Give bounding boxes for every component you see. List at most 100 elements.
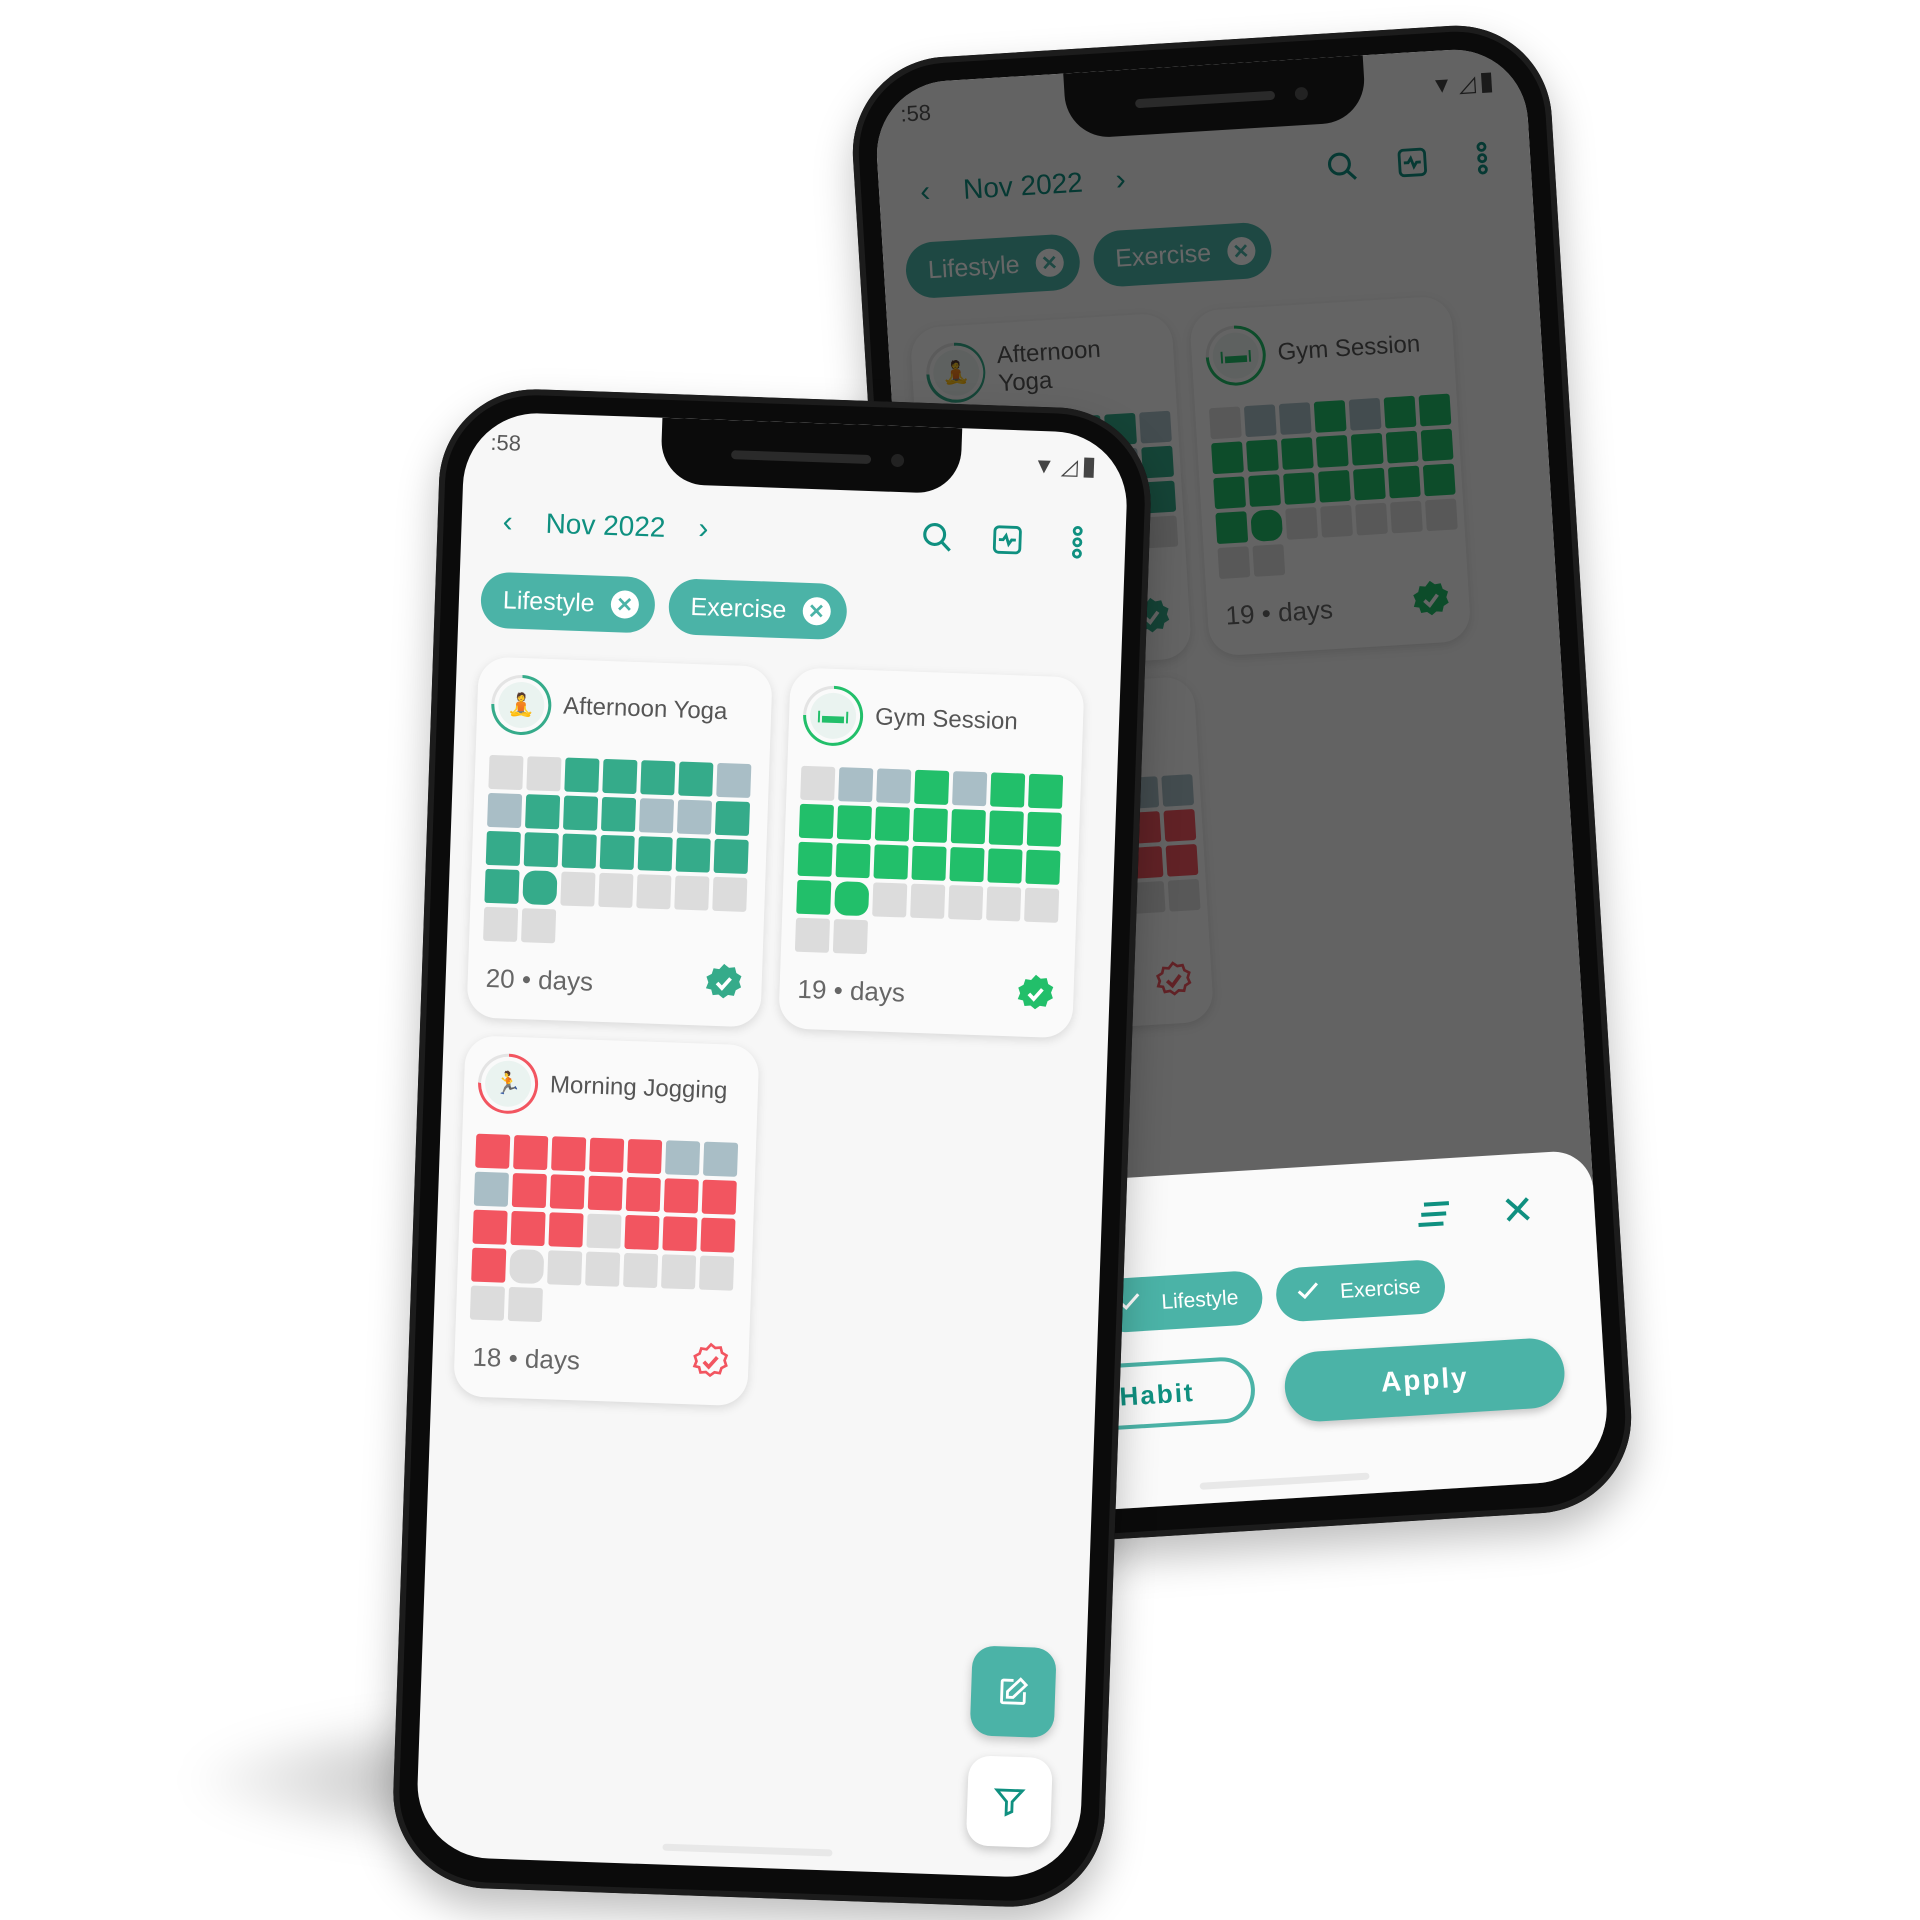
calendar-day[interactable] (564, 757, 600, 793)
verified-badge-icon[interactable] (690, 1341, 732, 1389)
calendar-day[interactable] (488, 754, 524, 791)
calendar-day[interactable] (548, 1212, 584, 1248)
filter-chip[interactable]: Exercise ✕ (667, 578, 848, 641)
calendar-day[interactable] (675, 837, 711, 873)
calendar-day[interactable] (990, 772, 1026, 808)
calendar-day[interactable] (702, 1141, 739, 1177)
next-month-button[interactable]: › (683, 512, 724, 547)
calendar-day[interactable] (560, 871, 596, 907)
calendar-day[interactable] (661, 1254, 697, 1290)
calendar-day[interactable] (800, 765, 836, 801)
calendar-day[interactable] (674, 875, 710, 911)
calendar-day[interactable] (602, 758, 638, 795)
calendar-day[interactable] (640, 760, 676, 796)
calendar-day[interactable] (637, 836, 673, 872)
more-vert-icon[interactable] (1055, 520, 1101, 566)
calendar-day[interactable] (471, 1247, 507, 1283)
calendar-day[interactable] (948, 885, 984, 921)
calendar-day[interactable] (485, 830, 521, 867)
verified-badge-icon[interactable] (703, 963, 745, 1011)
remove-chip-icon[interactable]: ✕ (801, 596, 831, 626)
calendar-day[interactable] (874, 806, 910, 842)
calendar-day[interactable] (912, 807, 948, 843)
calendar-day[interactable] (797, 841, 833, 877)
activity-icon[interactable] (985, 517, 1031, 563)
home-indicator[interactable] (662, 1843, 833, 1857)
calendar-day[interactable] (987, 848, 1023, 884)
calendar-day[interactable] (1025, 849, 1061, 885)
calendar-day[interactable] (523, 832, 559, 868)
calendar-day[interactable] (798, 803, 835, 839)
prev-month-button[interactable]: ‹ (487, 505, 528, 540)
habit-card[interactable]: ı▬ı Gym Session 19 • days (778, 667, 1085, 1039)
calendar-day[interactable] (522, 870, 558, 906)
calendar-day[interactable] (586, 1213, 622, 1249)
calendar-day[interactable] (469, 1285, 505, 1321)
filter-chip[interactable]: Lifestyle ✕ (479, 571, 656, 634)
calendar-day[interactable] (663, 1178, 699, 1214)
calendar-day[interactable] (585, 1251, 621, 1287)
calendar-day[interactable] (547, 1250, 583, 1286)
calendar-day[interactable] (475, 1133, 511, 1169)
calendar-day[interactable] (876, 768, 912, 804)
calendar-day[interactable] (700, 1217, 736, 1253)
calendar-day[interactable] (600, 796, 637, 833)
close-icon[interactable]: ✕ (1500, 1187, 1536, 1235)
calendar-day[interactable] (510, 1210, 546, 1247)
calendar-day[interactable] (623, 1252, 659, 1289)
calendar-day[interactable] (952, 771, 988, 807)
calendar-day[interactable] (714, 800, 751, 837)
calendar-day[interactable] (662, 1216, 698, 1252)
calendar-day[interactable] (551, 1136, 587, 1172)
calendar-day[interactable] (1026, 811, 1062, 847)
calendar-day[interactable] (487, 792, 523, 829)
calendar-day[interactable] (835, 843, 871, 879)
calendar-day[interactable] (716, 762, 752, 799)
habit-card[interactable]: 🏃 Morning Jogging 18 • days (453, 1035, 760, 1407)
calendar-day[interactable] (636, 874, 672, 910)
calendar-day[interactable] (949, 847, 985, 883)
calendar-day[interactable] (484, 868, 520, 904)
calendar-day[interactable] (699, 1255, 735, 1291)
calendar-day[interactable] (589, 1137, 625, 1173)
calendar-day[interactable] (549, 1174, 585, 1210)
calendar-day[interactable] (598, 872, 634, 908)
calendar-day[interactable] (713, 838, 749, 874)
calendar-day[interactable] (911, 845, 947, 881)
habit-card[interactable]: 🧘 Afternoon Yoga 20 • days (466, 656, 773, 1028)
calendar-day[interactable] (914, 769, 950, 805)
calendar-day[interactable] (511, 1172, 547, 1209)
calendar-day[interactable] (509, 1248, 545, 1285)
calendar-day[interactable] (873, 844, 909, 880)
calendar-day[interactable] (712, 876, 748, 912)
calendar-day[interactable] (794, 917, 831, 953)
calendar-day[interactable] (521, 908, 557, 944)
calendar-day[interactable] (507, 1286, 543, 1323)
apply-button[interactable]: Apply (1283, 1336, 1567, 1424)
calendar-day[interactable] (988, 810, 1024, 846)
calendar-day[interactable] (701, 1179, 737, 1215)
calendar-day[interactable] (676, 799, 713, 835)
calendar-day[interactable] (1024, 887, 1060, 923)
sort-icon[interactable] (1414, 1198, 1456, 1235)
verified-badge-icon[interactable] (1015, 973, 1057, 1021)
calendar-day[interactable] (525, 794, 561, 830)
category-chip-selected[interactable]: Exercise (1274, 1258, 1447, 1323)
calendar-day[interactable] (472, 1209, 508, 1245)
calendar-day[interactable] (513, 1134, 549, 1171)
filter-fab-button[interactable] (965, 1755, 1053, 1849)
calendar-day[interactable] (599, 834, 635, 871)
calendar-day[interactable] (562, 795, 599, 831)
calendar-day[interactable] (832, 919, 869, 955)
calendar-day[interactable] (950, 809, 986, 845)
calendar-day[interactable] (665, 1140, 701, 1176)
edit-fab-button[interactable] (969, 1645, 1057, 1739)
calendar-day[interactable] (836, 805, 872, 841)
calendar-day[interactable] (796, 879, 832, 915)
remove-chip-icon[interactable]: ✕ (610, 590, 640, 620)
calendar-day[interactable] (678, 761, 714, 797)
calendar-day[interactable] (627, 1138, 663, 1175)
calendar-day[interactable] (561, 833, 597, 869)
search-icon[interactable] (915, 515, 961, 561)
calendar-day[interactable] (986, 886, 1022, 922)
